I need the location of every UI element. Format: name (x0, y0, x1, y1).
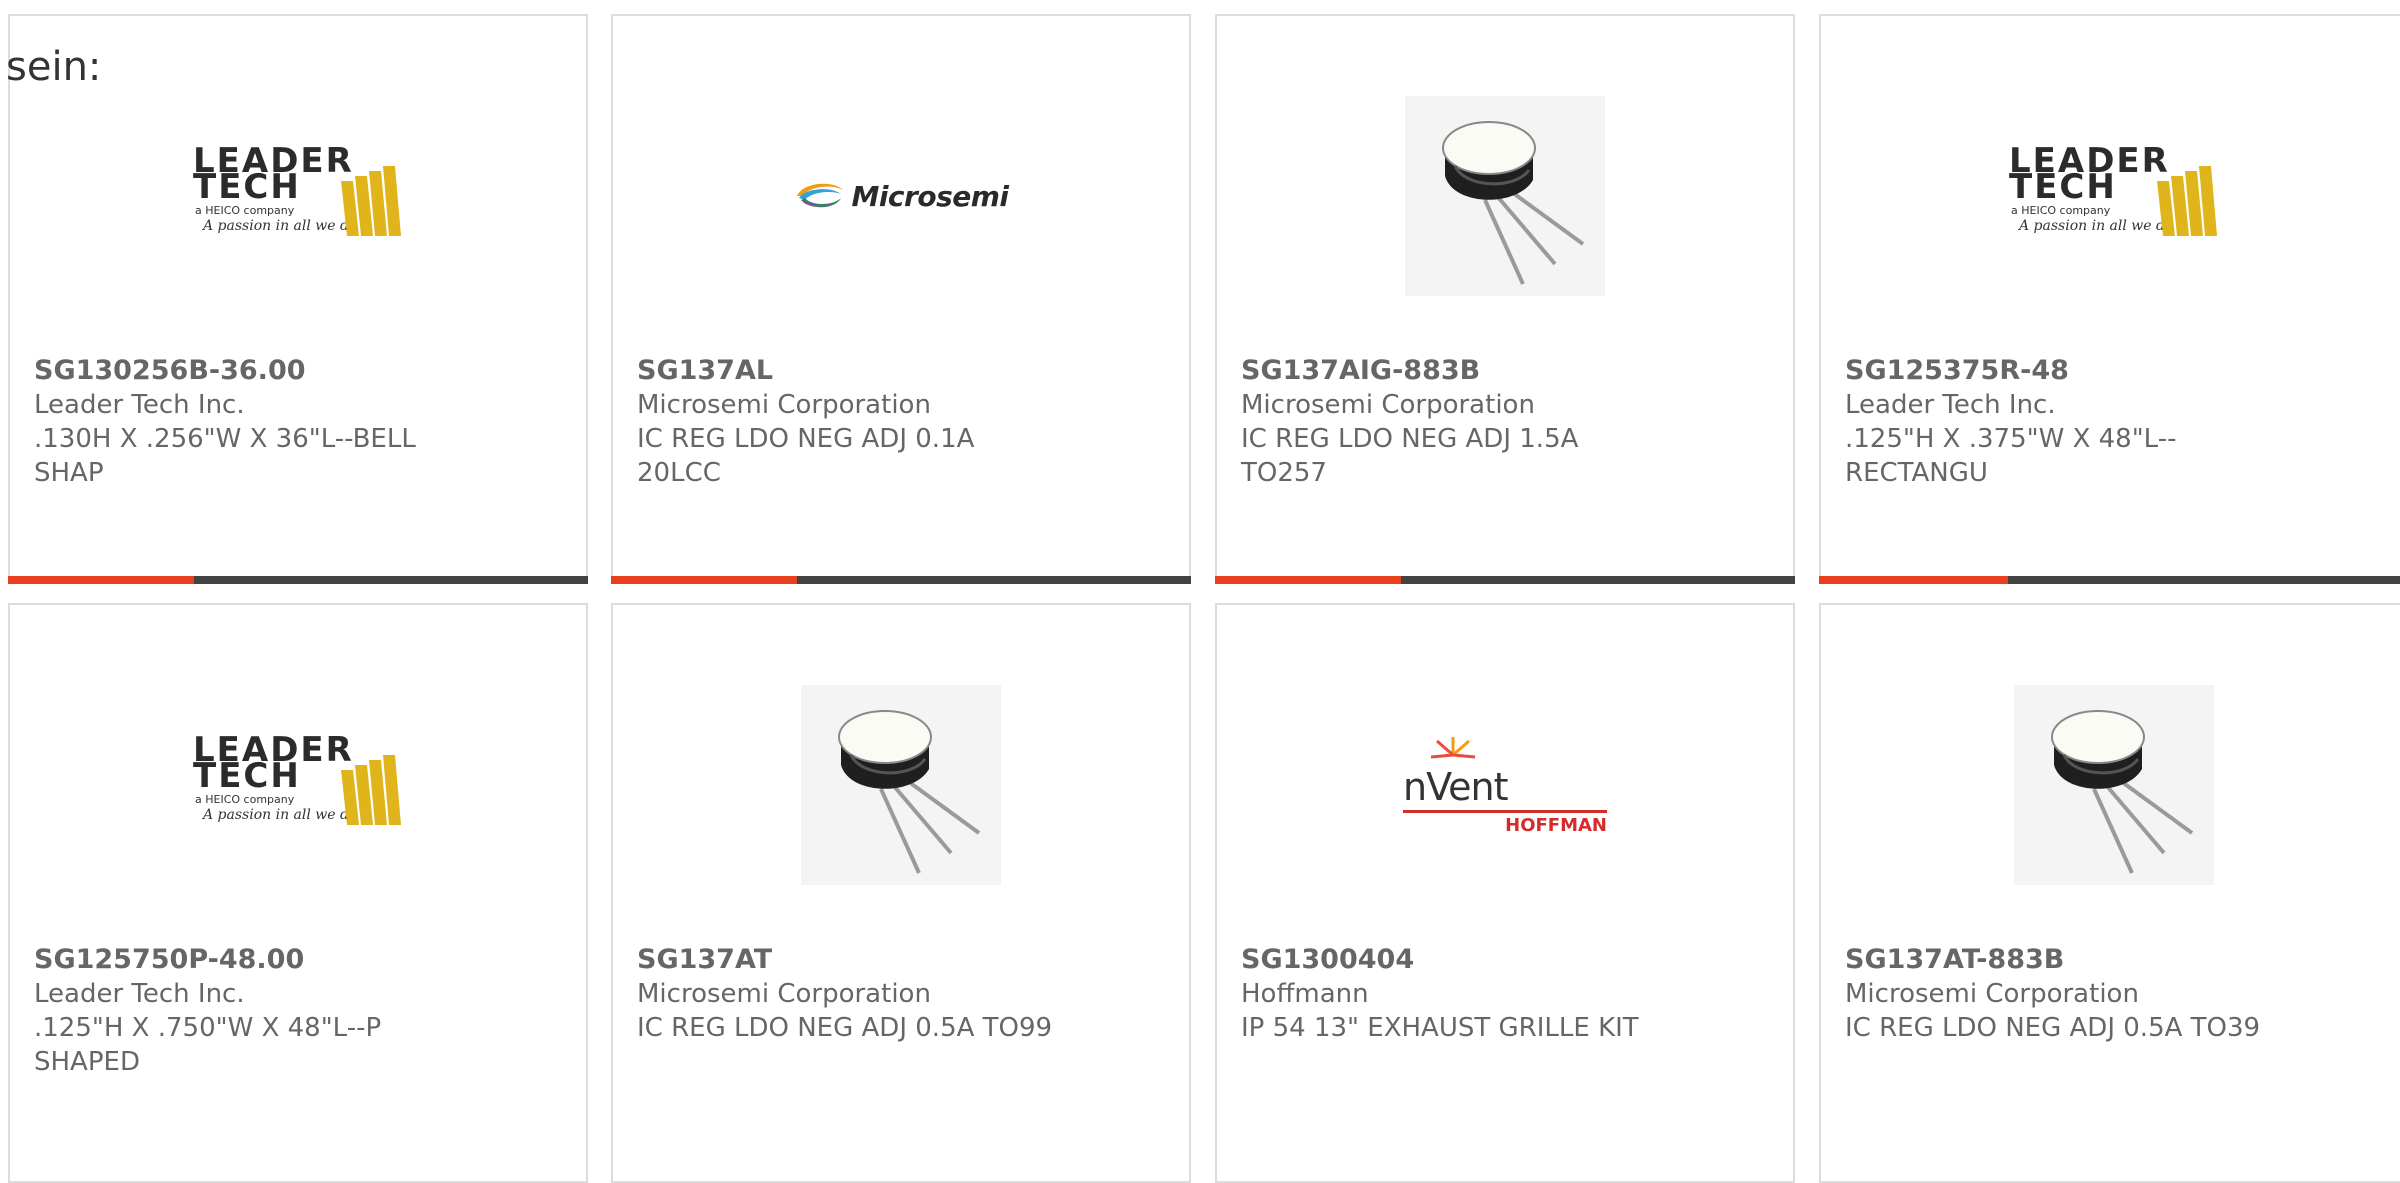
manufacturer: Microsemi Corporation (637, 979, 931, 1009)
intro-text: sein: (6, 44, 102, 90)
manufacturer: Leader Tech Inc. (1845, 390, 2056, 420)
part-number[interactable]: SG137AL (637, 354, 1057, 388)
logo-brand: nVent (1403, 765, 1508, 809)
manufacturer: Microsemi Corporation (1241, 390, 1535, 420)
part-number[interactable]: SG1300404 (1241, 943, 1661, 977)
part-number[interactable]: SG137AIG-883B (1241, 354, 1661, 388)
product-card[interactable]: nVent HOFFMAN SG1300404 Hoffmann IP 54 1… (1215, 603, 1795, 1183)
progress-fill (1819, 576, 2008, 584)
part-number[interactable]: SG130256B-36.00 (34, 354, 454, 388)
product-image[interactable]: LEADER TECH a HEICO company A passion in… (10, 665, 586, 905)
product-image[interactable] (613, 665, 1189, 905)
manufacturer: Leader Tech Inc. (34, 390, 245, 420)
product-image[interactable]: LEADER TECH a HEICO company A passion in… (10, 76, 586, 316)
progress-bar (1819, 576, 2400, 584)
leader-tech-mark-icon (341, 755, 401, 825)
part-number[interactable]: SG125375R-48 (1845, 354, 2265, 388)
product-card[interactable]: SG137AT Microsemi Corporation IC REG LDO… (611, 603, 1191, 1183)
product-card[interactable]: LEADER TECH a HEICO company A passion in… (8, 14, 588, 584)
logo-tagline: A passion in all we do (2019, 218, 2174, 234)
leader-tech-logo: LEADER TECH a HEICO company A passion in… (193, 733, 403, 835)
product-card[interactable]: SG137AT-883B Microsemi Corporation IC RE… (1819, 603, 2400, 1183)
logo-line-2: TECH (193, 756, 301, 796)
manufacturer: Hoffmann (1241, 979, 1369, 1009)
product-image[interactable]: LEADER TECH a HEICO company A passion in… (1821, 76, 2400, 316)
description: .125"H X .750"W X 48"L--P SHAPED (34, 1013, 382, 1077)
product-card[interactable]: Microsemi SG137AL Microsemi Corporation … (611, 14, 1191, 584)
transistor-photo (1405, 96, 1605, 296)
part-number[interactable]: SG125750P-48.00 (34, 943, 454, 977)
logo-line-2: TECH (193, 167, 301, 207)
logo-sub: a HEICO company (2011, 204, 2111, 217)
transistor-photo (2014, 685, 2214, 885)
logo-divider (1403, 810, 1607, 813)
progress-fill (1215, 576, 1401, 584)
logo-sub: HOFFMAN (1505, 815, 1607, 836)
progress-fill (8, 576, 194, 584)
product-card[interactable]: SG137AIG-883B Microsemi Corporation IC R… (1215, 14, 1795, 584)
description: IC REG LDO NEG ADJ 1.5A TO257 (1241, 424, 1579, 488)
leader-tech-logo: LEADER TECH a HEICO company A passion in… (193, 144, 403, 246)
microsemi-logo: Microsemi (793, 179, 1009, 213)
description: IC REG LDO NEG ADJ 0.5A TO39 (1845, 1013, 2261, 1043)
progress-bar (1215, 576, 1795, 584)
progress-bar (611, 576, 1191, 584)
description: IC REG LDO NEG ADJ 0.1A 20LCC (637, 424, 975, 488)
product-image[interactable]: Microsemi (613, 76, 1189, 316)
logo-name: Microsemi (851, 179, 1009, 213)
leader-tech-mark-icon (2157, 166, 2217, 236)
description: .130H X .256"W X 36"L--BELL SHAP (34, 424, 416, 488)
logo-sub: a HEICO company (195, 793, 295, 806)
leader-tech-mark-icon (341, 166, 401, 236)
manufacturer: Leader Tech Inc. (34, 979, 245, 1009)
part-number[interactable]: SG137AT-883B (1845, 943, 2265, 977)
description: IC REG LDO NEG ADJ 0.5A TO99 (637, 1013, 1053, 1043)
description: .125"H X .375"W X 48"L--RECTANGU (1845, 424, 2177, 488)
product-card[interactable]: LEADER TECH a HEICO company A passion in… (8, 603, 588, 1183)
description: IP 54 13" EXHAUST GRILLE KIT (1241, 1013, 1639, 1043)
product-image[interactable] (1217, 76, 1793, 316)
progress-bar (8, 576, 588, 584)
microsemi-swirl-icon (797, 183, 844, 208)
product-image[interactable] (1821, 665, 2400, 905)
leader-tech-logo: LEADER TECH a HEICO company A passion in… (2009, 144, 2219, 246)
logo-tagline: A passion in all we do (203, 218, 358, 234)
progress-fill (611, 576, 797, 584)
product-card[interactable]: LEADER TECH a HEICO company A passion in… (1819, 14, 2400, 584)
logo-line-2: TECH (2009, 167, 2117, 207)
product-image[interactable]: nVent HOFFMAN (1217, 665, 1793, 905)
manufacturer: Microsemi Corporation (1845, 979, 2139, 1009)
transistor-photo (801, 685, 1001, 885)
logo-tagline: A passion in all we do (203, 807, 358, 823)
manufacturer: Microsemi Corporation (637, 390, 931, 420)
nvent-hoffman-logo: nVent HOFFMAN (1403, 735, 1607, 836)
part-number[interactable]: SG137AT (637, 943, 1057, 977)
logo-sub: a HEICO company (195, 204, 295, 217)
